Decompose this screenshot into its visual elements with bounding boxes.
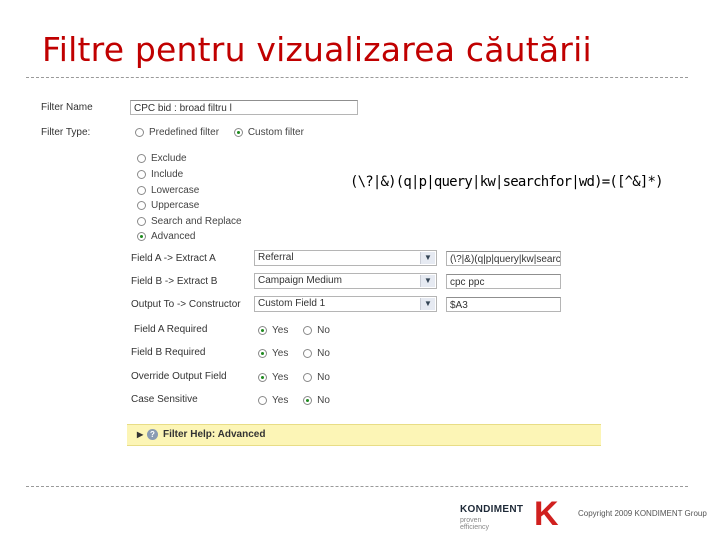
chevron-down-icon: ▼ xyxy=(420,252,435,264)
custom-option-lowercase[interactable]: Lowercase xyxy=(137,185,199,196)
field-b-required-label: Field B Required xyxy=(131,347,206,358)
filter-type-label: Filter Type: xyxy=(41,127,91,138)
override-output-no[interactable]: No xyxy=(303,372,330,383)
field-a-select[interactable]: Referral ▼ xyxy=(254,250,437,266)
radio-custom-selected[interactable] xyxy=(233,127,243,137)
regex-annotation: (\?|&)(q|p|query|kw|searchfor|wd)=([^&]*… xyxy=(350,174,664,190)
filter-name-label: Filter Name xyxy=(41,102,93,113)
question-circle-icon: ? xyxy=(147,429,158,440)
radio-override-yes[interactable] xyxy=(258,372,267,382)
radio-field-a-yes[interactable] xyxy=(258,325,267,335)
override-output-yes[interactable]: Yes xyxy=(258,372,288,383)
radio-advanced-selected[interactable] xyxy=(137,231,146,241)
radio-override-no[interactable] xyxy=(303,372,313,382)
case-sensitive-yes[interactable]: Yes xyxy=(258,395,288,406)
field-b-required-radios: Yes No xyxy=(258,348,330,359)
custom-option-exclude[interactable]: Exclude xyxy=(137,153,187,164)
output-select[interactable]: Custom Field 1 ▼ xyxy=(254,296,437,312)
field-b-required-no[interactable]: No xyxy=(303,348,330,359)
override-output-label: Override Output Field xyxy=(131,371,227,382)
bottom-divider xyxy=(26,486,688,487)
logo-tagline: proven efficiency xyxy=(460,517,490,531)
custom-option-uppercase[interactable]: Uppercase xyxy=(137,200,199,211)
radio-predefined[interactable] xyxy=(135,127,144,137)
field-a-required-radios: Yes No xyxy=(258,325,330,336)
radio-field-a-no[interactable] xyxy=(303,325,313,335)
field-a-extract-input[interactable]: (\?|&)(q|p|query|kw|search xyxy=(446,251,561,266)
override-output-radios: Yes No xyxy=(258,372,330,383)
case-sensitive-no[interactable]: No xyxy=(303,395,330,406)
logo-wordmark: KONDIMENT xyxy=(460,504,524,515)
radio-lowercase[interactable] xyxy=(137,185,146,195)
field-b-label: Field B -> Extract B xyxy=(131,276,218,287)
radio-field-b-no[interactable] xyxy=(303,348,313,358)
radio-case-no-selected[interactable] xyxy=(303,395,313,405)
custom-option-advanced[interactable]: Advanced xyxy=(137,231,195,242)
output-label: Output To -> Constructor xyxy=(131,299,241,310)
case-sensitive-label: Case Sensitive xyxy=(131,394,198,405)
radio-search-replace[interactable] xyxy=(137,216,146,226)
custom-option-search-replace[interactable]: Search and Replace xyxy=(137,216,242,227)
filter-name-input[interactable]: CPC bid : broad filtru l xyxy=(130,100,358,115)
filter-help-text: Filter Help: Advanced xyxy=(163,429,266,440)
custom-option-include[interactable]: Include xyxy=(137,169,183,180)
triangle-right-icon: ▶ xyxy=(137,430,144,439)
field-a-label: Field A -> Extract A xyxy=(131,253,216,264)
radio-field-b-yes[interactable] xyxy=(258,348,267,358)
logo-k-mark: K xyxy=(534,496,559,528)
field-a-required-label: Field A Required xyxy=(134,324,208,335)
radio-exclude[interactable] xyxy=(137,153,146,163)
custom-filter-option[interactable]: Custom filter xyxy=(233,127,304,138)
field-b-extract-input[interactable]: cpc ppc xyxy=(446,274,561,289)
chevron-down-icon: ▼ xyxy=(420,298,435,310)
radio-include[interactable] xyxy=(137,169,146,179)
field-b-required-yes[interactable]: Yes xyxy=(258,348,288,359)
field-b-select[interactable]: Campaign Medium ▼ xyxy=(254,273,437,289)
field-a-required-yes[interactable]: Yes xyxy=(258,325,288,336)
radio-case-yes[interactable] xyxy=(258,395,267,405)
field-a-required-no[interactable]: No xyxy=(303,325,330,336)
filter-type-radio-group: Predefined filter Custom filter xyxy=(135,127,316,138)
radio-uppercase[interactable] xyxy=(137,200,146,210)
output-constructor-input[interactable]: $A3 xyxy=(446,297,561,312)
predefined-filter-option[interactable]: Predefined filter xyxy=(135,127,219,138)
logo-k-letter: K xyxy=(534,496,559,528)
filter-help-bar[interactable]: ▶ ? Filter Help: Advanced xyxy=(127,424,601,446)
copyright-text: Copyright 2009 KONDIMENT Group xyxy=(578,509,707,518)
case-sensitive-radios: Yes No xyxy=(258,395,330,406)
chevron-down-icon: ▼ xyxy=(420,275,435,287)
top-divider xyxy=(26,77,688,78)
slide-title: Filtre pentru vizualizarea căutării xyxy=(42,30,592,69)
